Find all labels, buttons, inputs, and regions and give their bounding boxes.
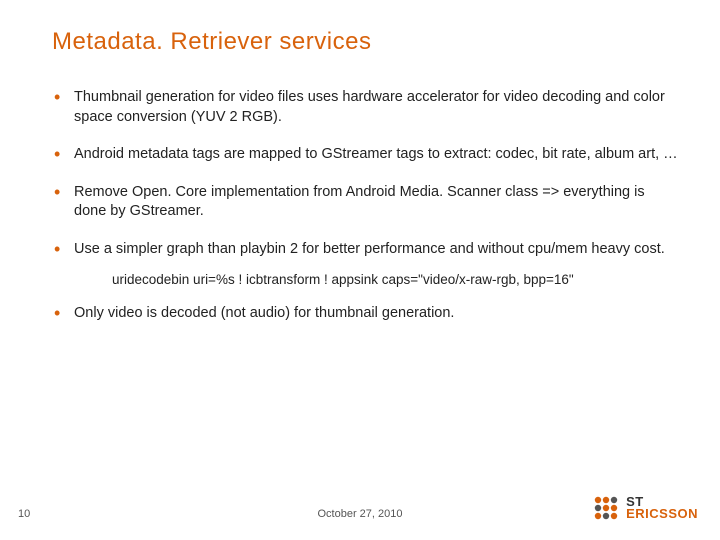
logo-line2: ERICSSON <box>626 508 698 520</box>
bullet-list-cont: Only video is decoded (not audio) for th… <box>52 304 680 324</box>
bullet-item: Thumbnail generation for video files use… <box>52 88 680 127</box>
logo-mark-icon <box>592 494 620 522</box>
bullet-item: Use a simpler graph than playbin 2 for b… <box>52 240 680 260</box>
footer: 10 October 27, 2010 ST ERICSSON <box>0 486 720 526</box>
st-ericsson-logo: ST ERICSSON <box>592 494 698 522</box>
sub-bullet: uridecodebin uri=%s ! icbtransform ! app… <box>52 271 680 290</box>
logo-text: ST ERICSSON <box>626 496 698 521</box>
slide: Metadata. Retriever services Thumbnail g… <box>0 0 720 540</box>
bullet-list: Thumbnail generation for video files use… <box>52 88 680 259</box>
bullet-item: Android metadata tags are mapped to GStr… <box>52 145 680 165</box>
slide-title: Metadata. Retriever services <box>52 28 680 56</box>
bullet-item: Only video is decoded (not audio) for th… <box>52 304 680 324</box>
bullet-item: Remove Open. Core implementation from An… <box>52 183 680 222</box>
